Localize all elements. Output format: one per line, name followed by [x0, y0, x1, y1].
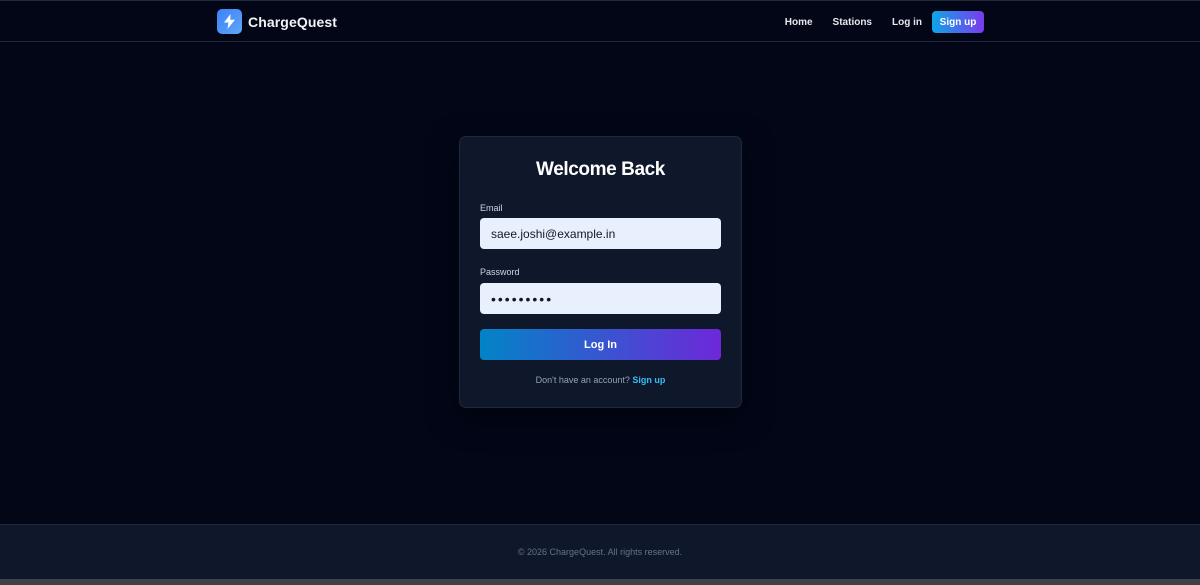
signup-prompt-text: Don't have an account? [535, 375, 630, 385]
login-title: Welcome Back [536, 159, 665, 180]
page: ChargeQuest Home Stations Log in Sign up… [0, 0, 1200, 585]
login-card: Welcome Back Email Password Log In Don't… [459, 136, 742, 408]
password-label: Password [480, 267, 520, 277]
brand-name: ChargeQuest [248, 13, 338, 30]
password-field[interactable] [480, 283, 721, 314]
main-nav: Home Stations Log in Sign up [785, 11, 984, 33]
top-navbar: ChargeQuest Home Stations Log in Sign up [0, 0, 1200, 42]
login-submit-button[interactable]: Log In [480, 329, 721, 360]
email-field[interactable] [480, 218, 721, 249]
lightning-bolt-icon [217, 9, 242, 34]
brand-link[interactable]: ChargeQuest [217, 9, 337, 34]
footer: © 2026 ChargeQuest. All rights reserved. [0, 524, 1200, 579]
footer-copyright: © 2026 ChargeQuest. All rights reserved. [517, 547, 683, 557]
nav-signup-button[interactable]: Sign up [932, 11, 984, 33]
nav-stations-link[interactable]: Stations [833, 17, 872, 28]
bottom-edge-bar [0, 579, 1200, 585]
nav-home-link[interactable]: Home [785, 17, 813, 28]
signup-link[interactable]: Sign up [632, 375, 665, 385]
signup-prompt: Don't have an account? Sign up [460, 375, 741, 385]
email-label: Email [480, 203, 503, 213]
nav-login-link[interactable]: Log in [892, 17, 922, 28]
